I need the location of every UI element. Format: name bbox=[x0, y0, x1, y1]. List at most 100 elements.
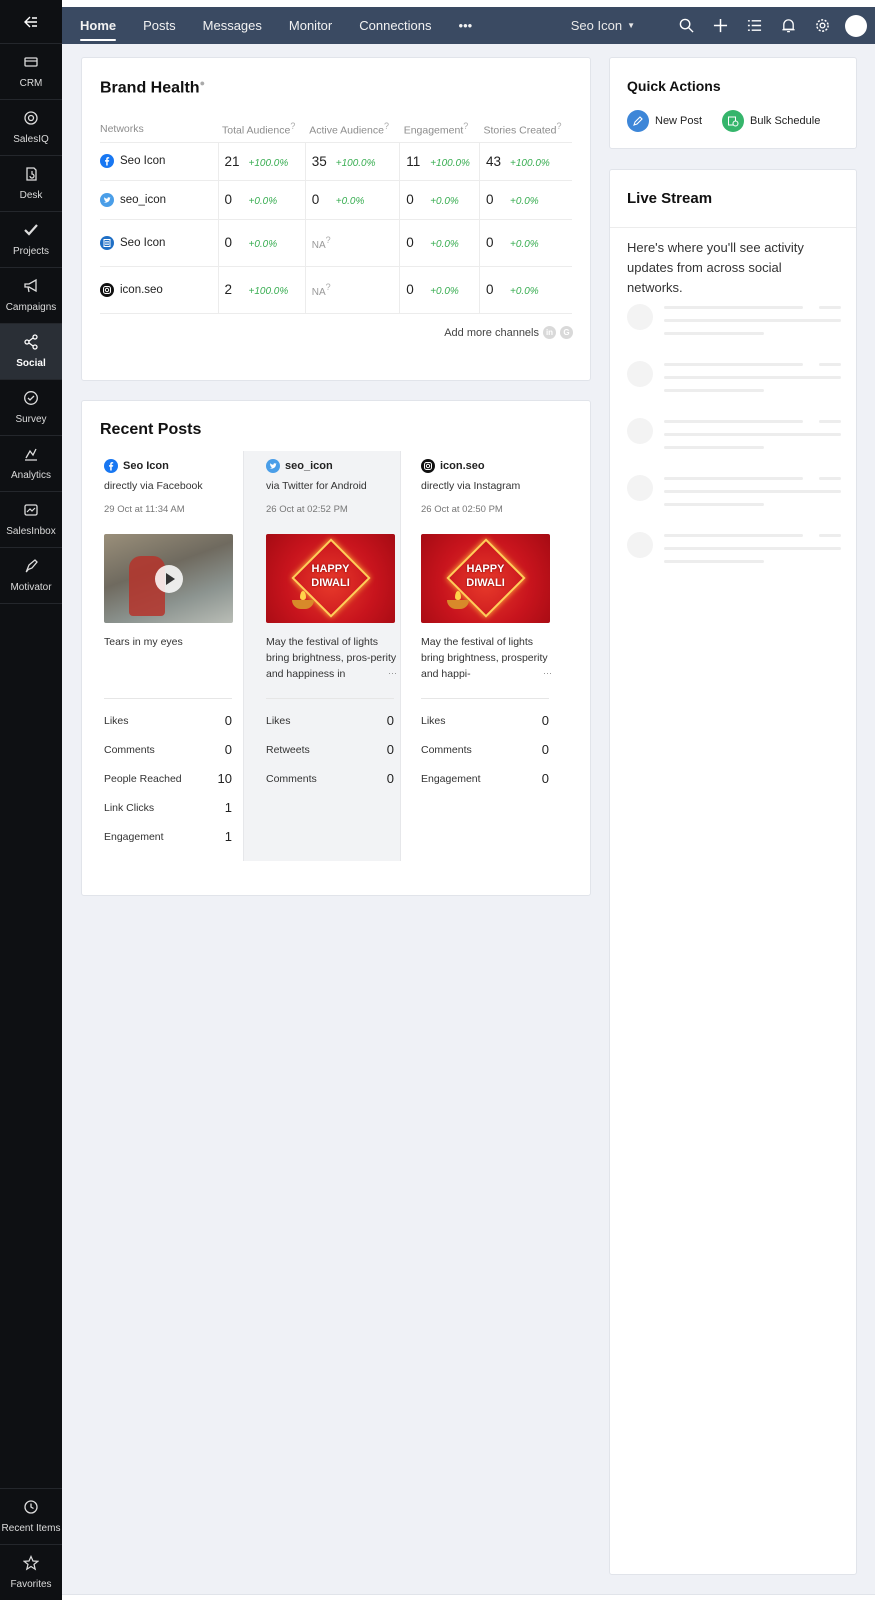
avatar-placeholder bbox=[627, 532, 653, 558]
metric-value: 2 bbox=[224, 282, 233, 297]
metric-change: +100.0% bbox=[430, 157, 470, 169]
metric-change: +0.0% bbox=[430, 286, 459, 297]
post-stat: Link Clicks 1 bbox=[104, 793, 232, 822]
network-cell[interactable]: icon.seo bbox=[100, 282, 218, 297]
network-name: seo_icon bbox=[120, 193, 167, 206]
search-button[interactable] bbox=[669, 18, 703, 33]
sidebar-item-recent-items[interactable]: Recent Items bbox=[0, 1488, 62, 1544]
network-cell[interactable]: Seo Icon bbox=[100, 235, 218, 250]
metric-change: +0.0% bbox=[430, 239, 459, 250]
help-icon[interactable]: ? bbox=[384, 121, 389, 131]
help-icon[interactable]: ? bbox=[326, 282, 331, 292]
add-button[interactable] bbox=[703, 18, 737, 33]
column-header: Total Audience? bbox=[218, 116, 305, 142]
quick-actions-title: Quick Actions bbox=[627, 78, 721, 94]
sidebar-item-crm[interactable]: CRM bbox=[0, 44, 62, 100]
account-name: Seo Icon bbox=[123, 460, 169, 472]
column-header: Engagement? bbox=[400, 116, 480, 142]
metric-value: 0 bbox=[406, 282, 414, 297]
sidebar-item-favorites[interactable]: Favorites bbox=[0, 1544, 62, 1600]
activity-placeholder bbox=[627, 361, 841, 395]
sidebar-item-label: Social bbox=[16, 358, 46, 369]
image-text: DIWALI bbox=[466, 577, 505, 589]
sidebar-item-motivator[interactable]: Motivator bbox=[0, 548, 62, 604]
sidebar-item-survey[interactable]: Survey bbox=[0, 380, 62, 436]
google-icon[interactable]: G bbox=[560, 326, 573, 339]
notifications-button[interactable] bbox=[771, 18, 805, 33]
metric-value: 21 bbox=[224, 153, 240, 169]
post-video-thumbnail[interactable] bbox=[104, 534, 233, 623]
help-icon[interactable]: ? bbox=[290, 121, 295, 131]
post-text: Tears in my eyes bbox=[104, 634, 235, 684]
post-card[interactable]: seo_icon via Twitter for Android 26 Oct at… bbox=[243, 451, 401, 861]
sidebar-item-desk[interactable]: Desk bbox=[0, 156, 62, 212]
network-name: icon.seo bbox=[120, 283, 163, 296]
tab-home[interactable]: Home bbox=[80, 7, 117, 44]
post-stat: Retweets 0 bbox=[266, 735, 394, 764]
instagram-icon bbox=[100, 282, 114, 297]
post-card[interactable]: Seo Icon directly via Facebook 29 Oct at 1… bbox=[82, 451, 239, 861]
collapse-sidebar-button[interactable] bbox=[0, 0, 62, 44]
settings-button[interactable] bbox=[805, 18, 839, 33]
list-button[interactable] bbox=[737, 18, 771, 33]
add-more-channels[interactable]: Add more channels in G bbox=[444, 326, 573, 339]
help-icon[interactable]: ● bbox=[200, 78, 205, 88]
user-avatar[interactable] bbox=[845, 14, 867, 37]
facebook-icon bbox=[100, 154, 114, 168]
column-header-label: Total Audience bbox=[222, 124, 291, 137]
table-row: seo_icon 0 +0.0% 0 +0.0% 0 +0.0% 0 +0.0% bbox=[100, 179, 572, 219]
brand-selector[interactable]: Seo Icon ▼ bbox=[571, 18, 635, 33]
network-cell[interactable]: Seo Icon bbox=[100, 154, 218, 168]
live-stream-card: Live Stream Here's where you'll see acti… bbox=[609, 169, 857, 1575]
metric-value: 0 bbox=[486, 192, 494, 207]
post-account[interactable]: seo_icon bbox=[266, 459, 400, 473]
image-text: DIWALI bbox=[311, 577, 350, 589]
post-image[interactable]: HAPPY DIWALI bbox=[266, 534, 395, 623]
metric-change: +0.0% bbox=[335, 196, 365, 207]
sidebar-item-social[interactable]: Social bbox=[0, 324, 62, 380]
stat-label: Likes bbox=[421, 714, 446, 727]
column-header-label: Stories Created bbox=[483, 124, 557, 137]
stat-label: Engagement bbox=[104, 830, 164, 843]
sidebar-item-label: Favorites bbox=[10, 1579, 52, 1590]
network-cell[interactable]: seo_icon bbox=[100, 192, 218, 207]
stat-label: Likes bbox=[266, 714, 291, 727]
new-post-button[interactable]: New Post bbox=[627, 110, 702, 132]
stat-label: Retweets bbox=[266, 743, 310, 756]
tab-posts[interactable]: Posts bbox=[143, 7, 176, 44]
linkedin-icon[interactable]: in bbox=[543, 326, 556, 339]
tab-monitor[interactable]: Monitor bbox=[289, 7, 332, 44]
brand-selector-label: Seo Icon bbox=[570, 18, 623, 33]
more-icon[interactable]: ··· bbox=[543, 665, 552, 681]
network-name: Seo Icon bbox=[120, 155, 166, 167]
post-text: May the festival of lights bring brightn… bbox=[266, 634, 397, 684]
sidebar-item-campaigns[interactable]: Campaigns bbox=[0, 268, 62, 324]
post-text-content: May the festival of lights bring brightn… bbox=[266, 636, 397, 680]
sidebar-item-analytics[interactable]: Analytics bbox=[0, 436, 62, 492]
post-source: via Twitter for Android bbox=[266, 480, 367, 492]
post-image[interactable]: HAPPY DIWALI bbox=[421, 534, 550, 623]
search-icon bbox=[679, 18, 694, 33]
more-tabs-button[interactable]: ••• bbox=[459, 7, 473, 44]
help-icon[interactable]: ? bbox=[326, 235, 331, 245]
sidebar-item-salesiq[interactable]: SalesIQ bbox=[0, 100, 62, 156]
metric-change: +100.0% bbox=[248, 157, 289, 169]
metric-change: +100.0% bbox=[248, 286, 289, 297]
tab-messages[interactable]: Messages bbox=[203, 7, 262, 44]
metric-change: +0.0% bbox=[248, 239, 278, 250]
more-icon[interactable]: ··· bbox=[388, 665, 397, 681]
account-name: icon.seo bbox=[440, 460, 485, 472]
column-header-label: Networks bbox=[100, 122, 144, 135]
help-icon[interactable]: ? bbox=[463, 121, 468, 131]
play-icon[interactable] bbox=[155, 565, 183, 593]
post-card[interactable]: icon.seo directly via Instagram 26 Oct at … bbox=[399, 451, 556, 861]
bulk-schedule-button[interactable]: Bulk Schedule bbox=[722, 110, 820, 132]
activity-placeholder bbox=[627, 418, 841, 452]
tab-connections[interactable]: Connections bbox=[359, 7, 431, 44]
post-account[interactable]: icon.seo bbox=[421, 459, 556, 473]
sidebar-item-projects[interactable]: Projects bbox=[0, 212, 62, 268]
sidebar-item-salesinbox[interactable]: SalesInbox bbox=[0, 492, 62, 548]
help-icon[interactable]: ? bbox=[556, 121, 561, 131]
divider bbox=[610, 227, 856, 228]
post-account[interactable]: Seo Icon bbox=[104, 459, 239, 473]
